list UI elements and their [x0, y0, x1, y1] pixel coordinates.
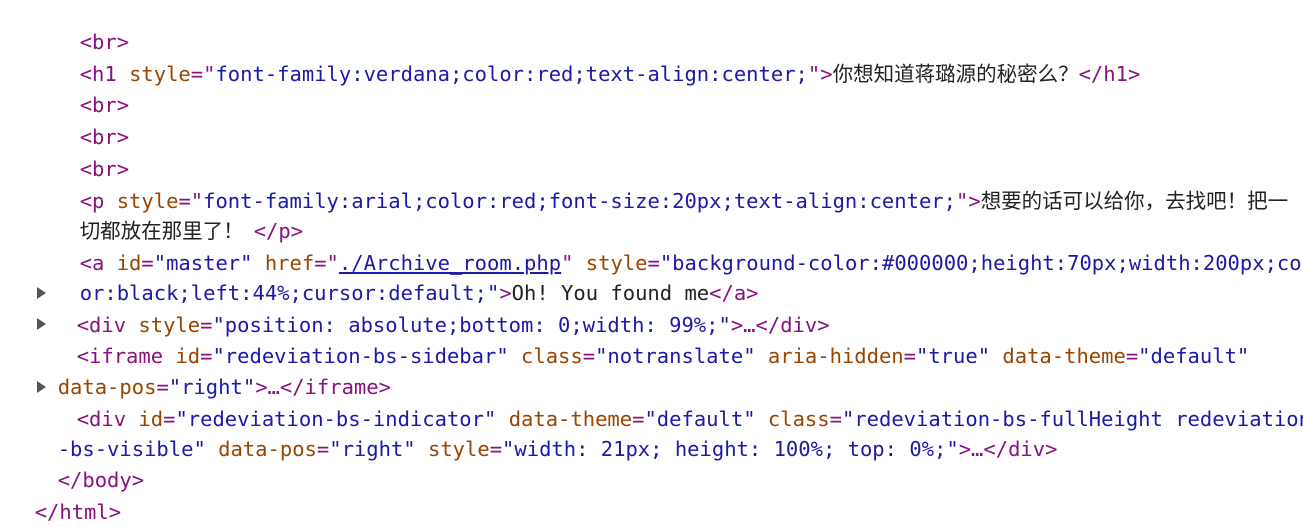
attr-name[interactable]: data-theme	[1002, 344, 1125, 368]
attr-value[interactable]: "default"	[1138, 344, 1249, 368]
attr-name[interactable]: style	[129, 62, 191, 86]
triangle-right-icon[interactable]	[37, 381, 46, 393]
div-indicator-node-continued[interactable]: -bs-visible" data-pos="right" style="wid…	[33, 404, 1058, 464]
h1-node[interactable]: <h1 style="font-family:verdana;color:red…	[55, 29, 1141, 89]
attr-eq: =	[1125, 344, 1139, 368]
tag-close-bracket: ">	[807, 62, 833, 86]
attr-name[interactable]: class	[521, 344, 583, 368]
attr-eq: =	[582, 344, 596, 368]
attr-eq: ="	[190, 62, 216, 86]
triangle-right-icon[interactable]	[37, 287, 46, 299]
attr-value[interactable]: "notranslate"	[595, 344, 755, 368]
attr-value[interactable]: "width: 21px; height: 100%; top: 0%;"	[502, 437, 959, 461]
tag-close-bracket: ">	[956, 189, 981, 213]
attr-value[interactable]: "true"	[916, 344, 990, 368]
attr-eq: =	[316, 437, 330, 461]
attr-eq: =	[489, 437, 503, 461]
h1-text[interactable]: 你想知道蒋璐源的秘密么？	[833, 62, 1079, 86]
html-close-node[interactable]: </html>	[10, 467, 121, 527]
attr-value[interactable]: font-family:arial;color:red;font-size:20…	[203, 189, 956, 213]
attr-name[interactable]: aria-hidden	[768, 344, 904, 368]
attr-value[interactable]: "right"	[329, 437, 415, 461]
tag-div-collapsed: >…</div>	[958, 437, 1058, 461]
attr-name[interactable]: style	[428, 437, 490, 461]
triangle-right-icon[interactable]	[37, 318, 46, 330]
tag-h1-close: </h1>	[1078, 62, 1141, 86]
tag-html-close: </html>	[34, 500, 122, 524]
attr-value[interactable]: font-family:verdana;color:red;text-align…	[215, 62, 807, 86]
attr-name[interactable]: data-pos	[218, 437, 317, 461]
p-text[interactable]: 想要的话可以给你，去找吧！把一	[981, 189, 1289, 213]
attr-eq: =	[903, 344, 916, 368]
